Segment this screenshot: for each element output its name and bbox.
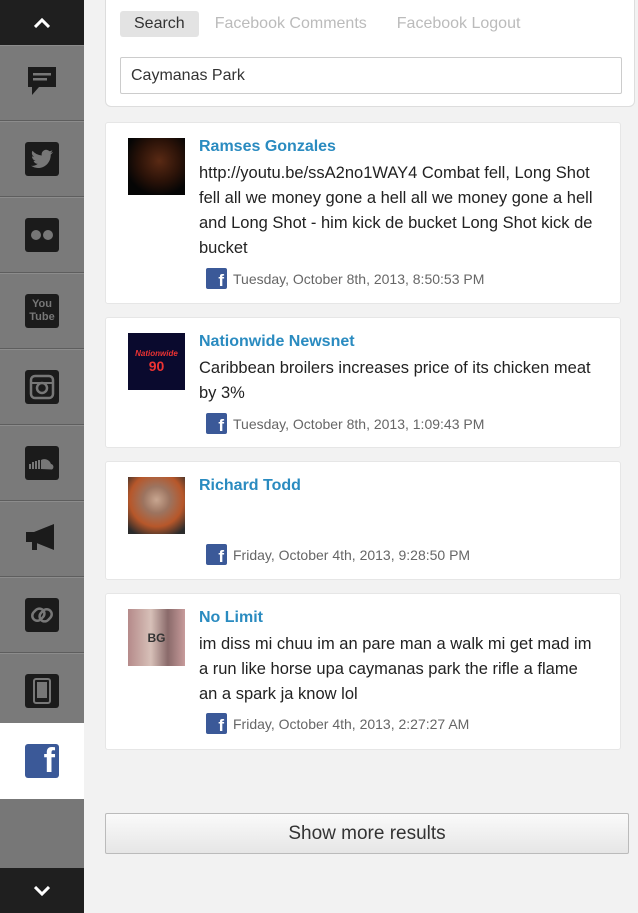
chevron-up-icon (34, 17, 50, 28)
sidebar-item-link[interactable] (0, 577, 84, 653)
sidebar-item-mobile[interactable] (0, 653, 84, 729)
avatar[interactable] (128, 138, 185, 195)
post-card: BG No Limit im diss mi chuu im an pare m… (105, 593, 621, 750)
sidebar-item-twitter[interactable] (0, 121, 84, 197)
avatar[interactable]: BG (128, 609, 185, 666)
post-card: Ramses Gonzales http://youtu.be/ssA2no1W… (105, 122, 621, 304)
post-meta: f Friday, October 4th, 2013, 2:27:27 AM (206, 713, 469, 734)
facebook-icon: f (206, 544, 227, 565)
facebook-icon: f (206, 413, 227, 434)
show-more-results-button[interactable]: Show more results (105, 813, 629, 854)
post-author-link[interactable]: Richard Todd (199, 477, 301, 495)
post-timestamp: Friday, October 4th, 2013, 9:28:50 PM (233, 546, 471, 563)
avatar-logo-text: 90 (148, 358, 165, 374)
sidebar-item-flickr[interactable] (0, 197, 84, 273)
post-meta: f Tuesday, October 8th, 2013, 8:50:53 PM (206, 268, 484, 289)
chevron-down-icon (34, 885, 50, 896)
post-author-link[interactable]: No Limit (199, 609, 263, 627)
sidebar-item-comments[interactable] (0, 45, 84, 121)
avatar-logo-text: Nationwide (135, 349, 178, 358)
facebook-glyph: f (43, 742, 55, 780)
post-meta: f Friday, October 4th, 2013, 9:28:50 PM (206, 544, 470, 565)
tablet-icon (25, 674, 59, 708)
post-meta: f Tuesday, October 8th, 2013, 1:09:43 PM (206, 413, 484, 434)
sidebar: You Tube f (0, 0, 84, 913)
sidebar-item-instagram[interactable] (0, 349, 84, 425)
flickr-icon (25, 218, 59, 252)
youtube-icon-text: You (32, 298, 52, 310)
avatar-overlay-text: BG (147, 630, 166, 645)
comment-icon (25, 64, 59, 103)
facebook-icon: f (206, 713, 227, 734)
sidebar-item-youtube[interactable]: You Tube (0, 273, 84, 349)
post-timestamp: Tuesday, October 8th, 2013, 1:09:43 PM (233, 415, 485, 432)
post-text: im diss mi chuu im an pare man a walk mi… (199, 635, 592, 703)
sidebar-item-soundcloud[interactable] (0, 425, 84, 501)
facebook-icon: f (206, 268, 227, 289)
sidebar-item-facebook[interactable]: f (0, 723, 84, 799)
post-timestamp: Friday, October 4th, 2013, 2:27:27 AM (233, 715, 470, 732)
scroll-up-button[interactable] (0, 0, 84, 45)
search-input[interactable] (120, 57, 622, 94)
youtube-icon-text: Tube (29, 311, 55, 323)
search-panel: Search Facebook Comments Facebook Logout (105, 0, 635, 107)
post-timestamp: Tuesday, October 8th, 2013, 8:50:53 PM (233, 270, 485, 287)
twitter-icon (25, 142, 59, 176)
megaphone-icon (24, 522, 60, 557)
post-text: http://youtu.be/ssA2no1WAY4 Combat fell,… (199, 164, 593, 257)
tab-facebook-logout[interactable]: Facebook Logout (383, 11, 535, 37)
instagram-icon (25, 370, 59, 404)
avatar[interactable]: Nationwide 90 (128, 333, 185, 390)
post-card: Richard Todd f Friday, October 4th, 2013… (105, 461, 621, 580)
facebook-icon: f (25, 744, 59, 778)
tab-search[interactable]: Search (120, 11, 199, 37)
tab-bar: Search Facebook Comments Facebook Logout (120, 11, 536, 37)
tab-facebook-comments[interactable]: Facebook Comments (201, 11, 381, 37)
post-author-link[interactable]: Nationwide Newsnet (199, 333, 355, 351)
post-card: Nationwide 90 Nationwide Newsnet Caribbe… (105, 317, 621, 448)
post-text: Caribbean broilers increases price of it… (199, 359, 591, 402)
scroll-down-button[interactable] (0, 868, 84, 913)
avatar[interactable] (128, 477, 185, 534)
link-icon (25, 598, 59, 632)
post-author-link[interactable]: Ramses Gonzales (199, 138, 336, 156)
youtube-icon: You Tube (25, 294, 59, 328)
soundcloud-icon (25, 446, 59, 480)
sidebar-item-megaphone[interactable] (0, 501, 84, 577)
